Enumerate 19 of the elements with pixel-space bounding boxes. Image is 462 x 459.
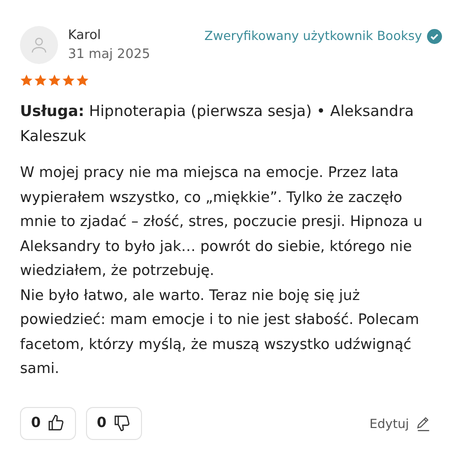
- dislike-button[interactable]: 0: [86, 406, 142, 440]
- check-icon: [427, 28, 442, 44]
- author-name: Karol: [68, 27, 102, 45]
- review-date: 31 maj 2025: [68, 46, 152, 64]
- review-text: Nie było łatwo, ale warto. Teraz nie boję się już powiedzieć: mam emocje i to nie jest słabość. Polecam facetom, którzy myślą, że muszą wszystko udźwignąć sami.: [20, 286, 420, 379]
- star-icon: [76, 74, 89, 87]
- service-text: Usługa: Hipnoterapia (pierwsza sesja) • Aleksandra Kaleszuk: [20, 101, 415, 147]
- star-icon: [62, 74, 75, 87]
- thumbs-down-icon: [112, 414, 130, 432]
- avatar-icon: [20, 26, 58, 64]
- verified-label: Zweryfikowany użytkownik Booksy: [204, 27, 422, 45]
- like-button[interactable]: 0: [20, 406, 76, 440]
- review-text: W mojej pracy nie ma miejsca na emocje. Przez lata wypierałem wszystko, co „miękkie”. Tylko że zaczęło mnie to zjadać – złość, stres, poczucie presji. Hipnoza u Aleksandry to było jak… powrót do siebie, którego nie wiedziałem, że potrzebuję.: [20, 164, 424, 281]
- star-icon: [34, 74, 47, 87]
- thumbs-up-icon: [46, 414, 65, 432]
- pencil-icon: [415, 414, 432, 432]
- edit-button[interactable]: Edytuj: [369, 414, 432, 432]
- star-icon: [20, 74, 33, 87]
- star-icon: [48, 74, 61, 87]
